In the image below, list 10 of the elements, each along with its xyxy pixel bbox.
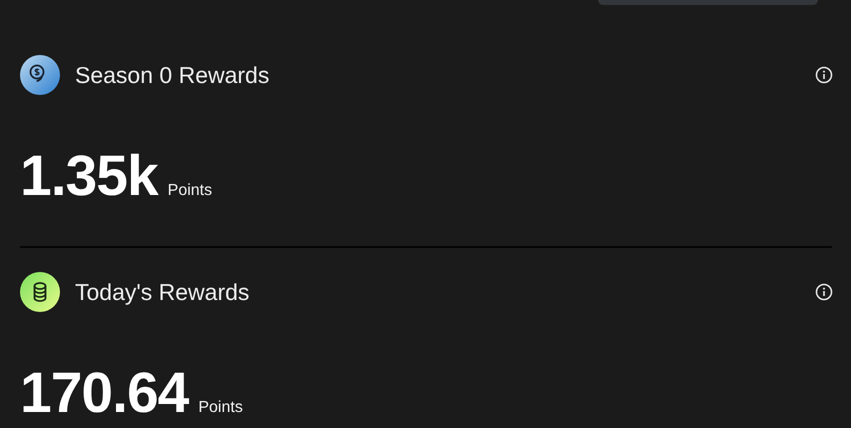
coin-stack-icon xyxy=(20,272,60,312)
points-unit: Points xyxy=(198,398,243,418)
points-unit: Points xyxy=(168,181,212,201)
coins-icon xyxy=(20,55,60,95)
points-value: 170.64 xyxy=(20,365,188,421)
info-icon[interactable] xyxy=(815,66,833,84)
section-title: Season 0 Rewards xyxy=(75,62,270,88)
info-icon[interactable] xyxy=(815,283,833,301)
points-value: 1.35k xyxy=(20,148,158,204)
section-title: Today's Rewards xyxy=(75,278,250,306)
